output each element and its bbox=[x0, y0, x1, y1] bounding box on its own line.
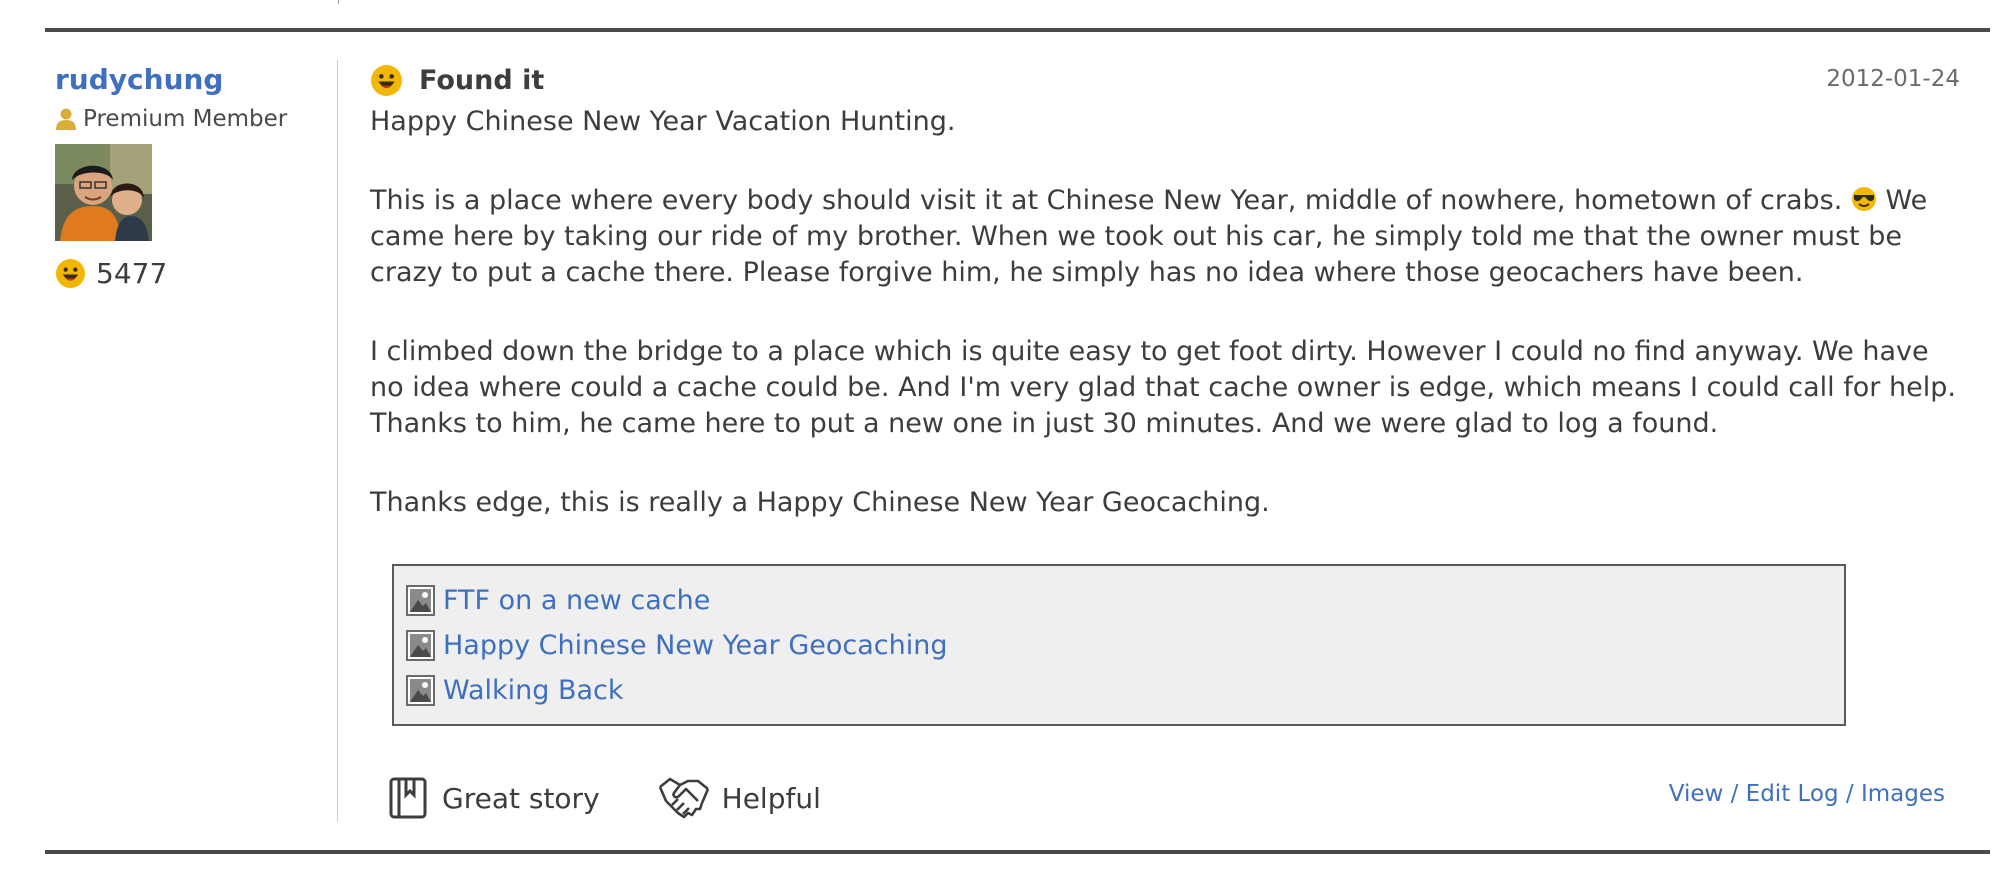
helpful-label: Helpful bbox=[721, 781, 821, 815]
image-icon bbox=[406, 675, 435, 706]
image-link-label[interactable]: FTF on a new cache bbox=[443, 585, 710, 616]
log-paragraph: I climbed down the bridge to a place whi… bbox=[370, 336, 1956, 439]
log-text: Happy Chinese New Year Vacation Hunting.… bbox=[370, 104, 1960, 521]
finds-row: 5477 bbox=[55, 257, 325, 290]
log-sentence: This is a place where every body should … bbox=[370, 185, 1843, 216]
image-link[interactable]: Happy Chinese New Year Geocaching bbox=[394, 623, 1844, 668]
log-header: Found it 2012-01-24 bbox=[370, 60, 1960, 100]
username-link[interactable]: rudychung bbox=[55, 60, 325, 100]
image-link[interactable]: FTF on a new cache bbox=[394, 578, 1844, 623]
helpful-button[interactable]: Helpful bbox=[658, 773, 821, 823]
member-type-row: Premium Member bbox=[55, 104, 325, 134]
log-date: 2012-01-24 bbox=[1826, 66, 1960, 92]
great-story-label: Great story bbox=[442, 781, 600, 815]
great-story-button[interactable]: Great story bbox=[388, 776, 600, 820]
top-divider bbox=[45, 28, 1990, 32]
log-type: Found it bbox=[419, 64, 545, 96]
image-icon bbox=[406, 630, 435, 661]
image-link-label[interactable]: Happy Chinese New Year Geocaching bbox=[443, 630, 948, 661]
smiley-icon bbox=[55, 258, 86, 289]
member-type-label: Premium Member bbox=[83, 106, 288, 132]
profile-column: rudychung Premium Member 5477 bbox=[55, 60, 325, 290]
bottom-divider bbox=[45, 850, 1990, 854]
log-paragraph: Happy Chinese New Year Vacation Hunting. bbox=[370, 106, 956, 137]
log-entry-page: rudychung Premium Member 5477 Found it 2… bbox=[0, 0, 2010, 872]
bookmark-book-icon bbox=[389, 777, 427, 819]
log-actions: Great story Helpful bbox=[388, 770, 821, 826]
person-icon bbox=[56, 108, 76, 130]
finds-count: 5477 bbox=[96, 257, 168, 290]
log-images-box: FTF on a new cache Happy Chinese New Yea… bbox=[392, 564, 1846, 726]
image-link-label[interactable]: Walking Back bbox=[443, 675, 624, 706]
column-tick bbox=[338, 0, 339, 4]
avatar[interactable] bbox=[55, 144, 152, 241]
sunglasses-icon bbox=[1851, 187, 1876, 211]
handshake-icon bbox=[658, 777, 709, 819]
log-column: Found it 2012-01-24 Happy Chinese New Ye… bbox=[370, 60, 1960, 819]
log-paragraph: This is a place where every body should … bbox=[370, 183, 1960, 291]
image-icon bbox=[406, 585, 435, 616]
smiley-icon bbox=[371, 64, 402, 96]
view-edit-log-link[interactable]: View / Edit Log / Images bbox=[1669, 781, 1945, 807]
column-divider bbox=[337, 60, 338, 822]
log-paragraph: Thanks edge, this is really a Happy Chin… bbox=[370, 487, 1270, 518]
image-link[interactable]: Walking Back bbox=[394, 668, 1844, 713]
